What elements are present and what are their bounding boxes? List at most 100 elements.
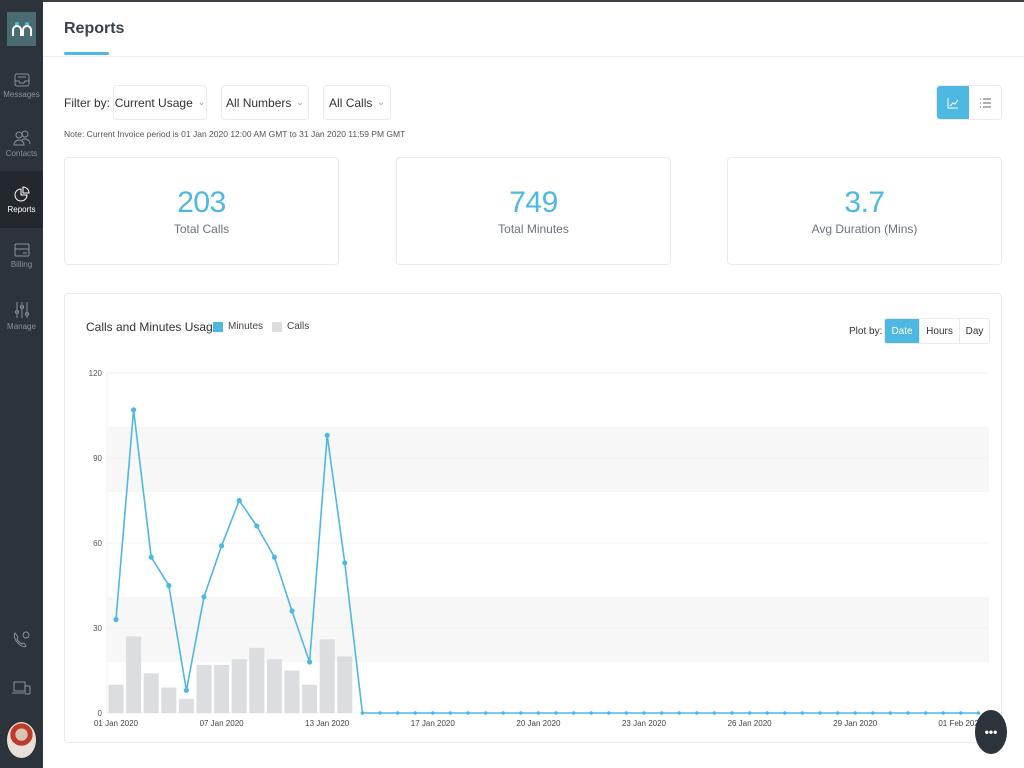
x-tick-label: 29 Jan 2020 [833, 719, 878, 728]
chart-title: Calls and Minutes Usage [86, 320, 220, 334]
minutes-point [800, 711, 805, 715]
filter-label: Filter by: [64, 96, 111, 110]
contacts-icon [12, 130, 30, 146]
minutes-point [747, 711, 752, 715]
sidebar-item-reports[interactable]: Reports [0, 171, 43, 228]
x-tick-label: 07 Jan 2020 [200, 719, 245, 728]
legend-swatch-minutes [213, 321, 223, 332]
list-view-button[interactable] [969, 86, 1001, 119]
sidebar-item-label: Reports [7, 204, 36, 214]
stat-value: 3.7 [844, 186, 885, 219]
plot-by-date-button[interactable]: Date [885, 319, 919, 343]
sidebar-item-billing[interactable]: Billing [0, 228, 43, 284]
usage-period-dropdown[interactable]: Current Usage ⌄ [113, 85, 207, 120]
minutes-point [818, 711, 822, 715]
dropdown-value: Current Usage [114, 95, 193, 110]
minutes-point [959, 711, 963, 715]
minutes-point [148, 554, 154, 560]
calls-bar [249, 647, 265, 713]
legend-label-minutes[interactable]: Minutes [228, 321, 263, 332]
minutes-point [236, 497, 242, 504]
minutes-point [853, 711, 857, 715]
minutes-point [254, 523, 260, 529]
minutes-point [624, 711, 629, 715]
minutes-point [765, 711, 769, 715]
calls-bar [284, 670, 300, 713]
x-tick-label: 23 Jan 2020 [622, 719, 667, 728]
chevron-down-icon: ⌄ [377, 97, 385, 107]
calls-dropdown[interactable]: All Calls ⌄ [323, 85, 391, 120]
stat-value: 203 [177, 186, 226, 219]
minutes-point [131, 407, 137, 413]
list-icon [980, 98, 991, 107]
logo-icon [11, 22, 32, 36]
grid-band [107, 426, 989, 492]
more-options-button[interactable]: ••• [975, 710, 1007, 754]
plot-by-label: Plot by: [849, 326, 883, 337]
devices-icon[interactable] [11, 678, 31, 698]
active-tab-indicator [64, 52, 109, 55]
minutes-point [571, 711, 576, 715]
minutes-point [183, 687, 189, 693]
calls-bar [214, 664, 230, 713]
page-header: Reports [43, 2, 1024, 57]
app-logo[interactable] [7, 12, 36, 46]
phone-icon[interactable] [11, 630, 31, 650]
sidebar-item-messages[interactable]: Messages [0, 58, 43, 114]
sidebar-item-label: Billing [10, 260, 33, 269]
minutes-point [289, 608, 295, 614]
minutes-point [360, 711, 365, 715]
minutes-point [835, 711, 840, 715]
calls-bar [337, 656, 353, 713]
numbers-dropdown[interactable]: All Numbers ⌄ [221, 85, 309, 120]
minutes-point [659, 711, 664, 715]
user-avatar[interactable] [7, 722, 36, 758]
minutes-point [395, 711, 400, 715]
minutes-point [730, 711, 734, 715]
minutes-point [342, 560, 348, 566]
calls-bar [319, 639, 335, 713]
sidebar-item-label: Contacts [5, 149, 38, 158]
plot-by-day-button[interactable]: Day [959, 319, 989, 343]
minutes-point [378, 711, 382, 715]
dropdown-value: All Calls [329, 95, 373, 110]
minutes-point [554, 711, 558, 715]
view-toggle [936, 85, 1002, 120]
minutes-point [219, 543, 225, 549]
dropdown-value: All Numbers [226, 95, 292, 110]
minutes-point [166, 582, 172, 589]
minutes-point [324, 432, 330, 438]
line-chart-icon [947, 97, 959, 108]
usage-chart: 0 30 60 90 120 01 Jan 2020 07 Jan 2020 13 Jan 2… [89, 369, 989, 728]
sidebar-item-manage[interactable]: Manage [0, 288, 43, 344]
minutes-point [712, 711, 717, 715]
minutes-point [695, 711, 699, 715]
stat-card-total-minutes: 749 Total Minutes [396, 157, 671, 265]
stat-label: Avg Duration (Mins) [811, 222, 918, 236]
minutes-point [923, 711, 928, 715]
y-tick-label: 90 [93, 454, 102, 463]
minutes-point [113, 616, 119, 623]
minutes-point [431, 711, 435, 715]
y-tick-label: 30 [93, 624, 102, 633]
y-tick-label: 120 [89, 369, 103, 378]
calls-bar [178, 698, 194, 713]
pie-chart-icon [14, 185, 30, 201]
minutes-point [888, 711, 893, 715]
sliders-icon [14, 302, 29, 318]
chevron-down-icon: ⌄ [197, 97, 206, 107]
minutes-point [307, 659, 313, 665]
plot-by-hours-button[interactable]: Hours [919, 319, 959, 343]
x-tick-label: 13 Jan 2020 [305, 719, 350, 728]
plot-by-toggle: Date Hours Day [884, 318, 990, 344]
chart-view-button[interactable] [937, 86, 969, 119]
calls-bar [196, 664, 212, 713]
x-tick-label: 01 Jan 2020 [94, 719, 139, 728]
sidebar-item-contacts[interactable]: Contacts [0, 116, 43, 172]
x-tick-label: 26 Jan 2020 [728, 719, 773, 728]
y-tick-label: 0 [98, 709, 103, 718]
grid-band [107, 596, 989, 662]
minutes-point [271, 554, 277, 560]
legend-label-calls[interactable]: Calls [287, 321, 309, 332]
sidebar: Messages Contacts Reports Billing Manage [0, 0, 43, 768]
